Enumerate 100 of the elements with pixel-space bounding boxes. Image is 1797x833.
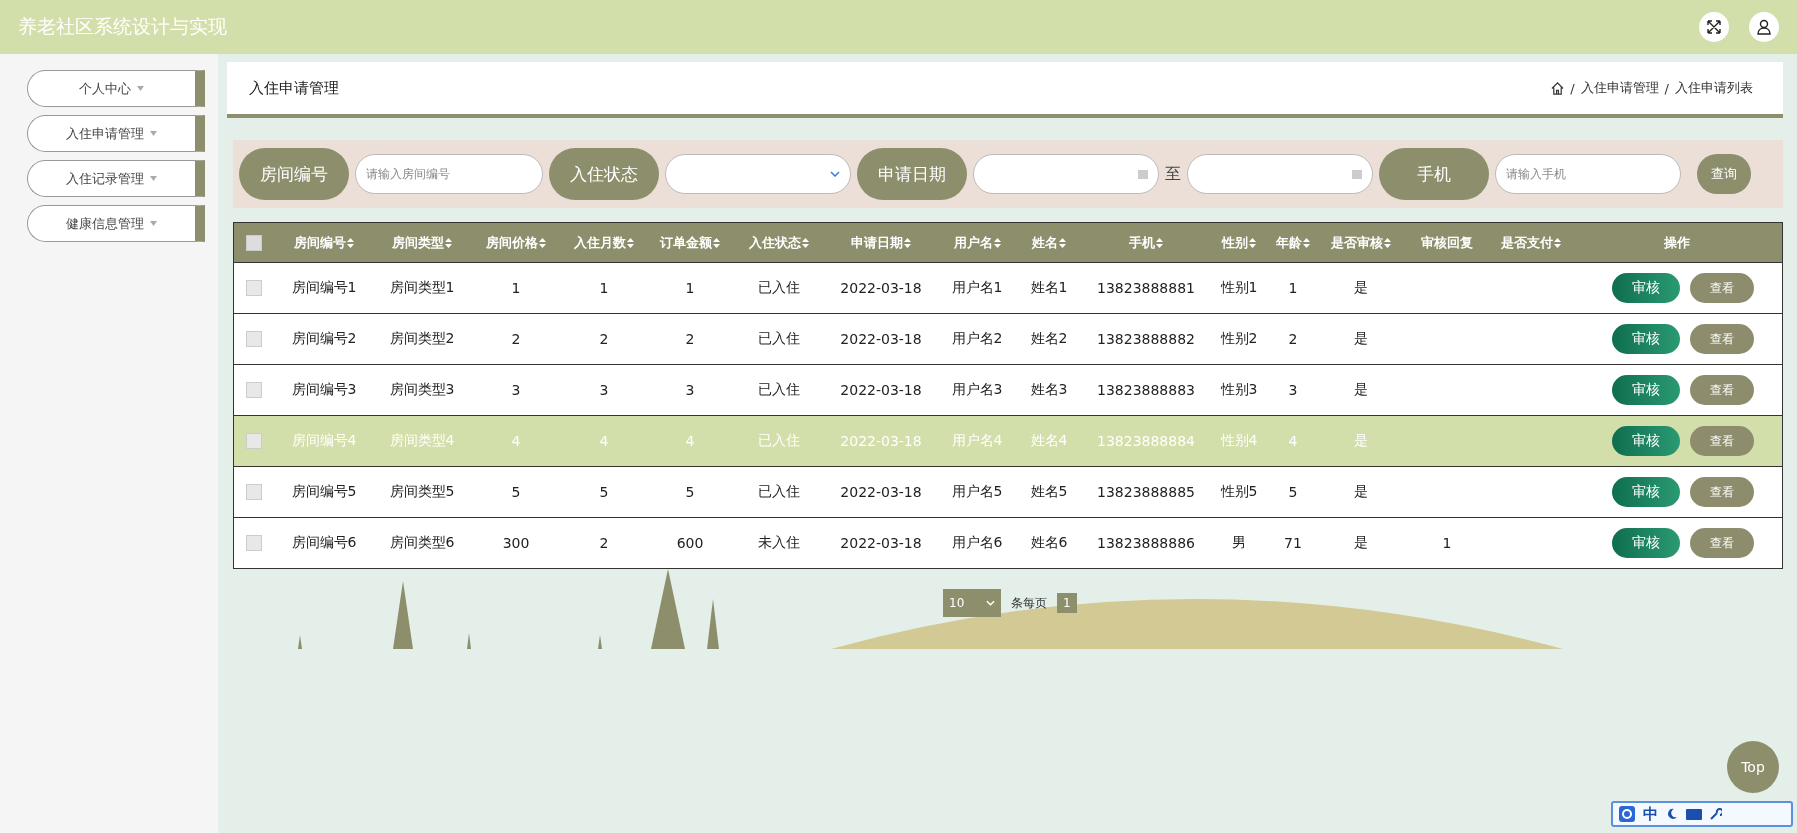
sort-icon[interactable] — [1303, 237, 1310, 248]
fullscreen-icon[interactable] — [1699, 12, 1729, 42]
view-button[interactable]: 查看 — [1690, 528, 1754, 558]
table-cell: 2022-03-18 — [840, 382, 922, 398]
view-button[interactable]: 查看 — [1690, 426, 1754, 456]
table-cell: 房间编号2 — [291, 330, 357, 348]
search-field[interactable]: 请输入手机 — [1495, 154, 1681, 194]
search-button[interactable]: 查询 — [1697, 154, 1751, 194]
sort-icon[interactable] — [627, 237, 634, 248]
field-label: 房间编号 — [239, 148, 349, 200]
row-checkbox[interactable] — [246, 331, 262, 347]
table-cell: 2 — [599, 331, 609, 347]
review-button[interactable]: 审核 — [1612, 477, 1680, 507]
keyboard-icon[interactable] — [1686, 808, 1702, 820]
sort-icon[interactable] — [1059, 237, 1066, 248]
table-cell: 用户名5 — [951, 483, 1003, 501]
date-field[interactable] — [1187, 154, 1373, 194]
sidebar-item[interactable]: 健康信息管理 — [27, 205, 205, 242]
moon-icon[interactable] — [1666, 808, 1678, 820]
back-to-top-button[interactable]: Top — [1727, 741, 1779, 793]
field-label: 手机 — [1379, 148, 1489, 200]
column-header[interactable]: 年龄 — [1276, 233, 1302, 252]
search-field[interactable]: 请输入房间编号 — [355, 154, 543, 194]
table-cell: 3 — [1288, 382, 1298, 398]
ime-logo-icon[interactable] — [1619, 806, 1635, 822]
sort-icon[interactable] — [802, 237, 809, 248]
home-icon[interactable] — [1551, 81, 1565, 95]
view-button[interactable]: 查看 — [1690, 375, 1754, 405]
breadcrumb-link[interactable]: 入住申请管理 — [1580, 79, 1659, 97]
table-cell: 1 — [511, 280, 521, 296]
page-number[interactable]: 1 — [1057, 593, 1077, 613]
table-cell: 已入住 — [758, 432, 800, 450]
date-field[interactable] — [973, 154, 1159, 194]
review-button[interactable]: 审核 — [1612, 324, 1680, 354]
table-cell: 性别4 — [1220, 432, 1258, 450]
sort-icon[interactable] — [1249, 237, 1256, 248]
sort-icon[interactable] — [904, 237, 911, 248]
column-header[interactable]: 是否支付 — [1501, 233, 1553, 252]
app-title: 养老社区系统设计与实现 — [18, 15, 227, 39]
sort-icon[interactable] — [993, 237, 1001, 248]
sidebar-item[interactable]: 入住申请管理 — [27, 115, 205, 152]
table-cell: 1 — [1288, 280, 1298, 296]
table-cell: 房间编号6 — [291, 534, 357, 552]
sidebar-item[interactable]: 个人中心 — [27, 70, 205, 107]
table-cell: 用户名6 — [951, 534, 1003, 552]
table-cell: 房间类型6 — [389, 534, 455, 552]
review-button[interactable]: 审核 — [1612, 528, 1680, 558]
row-checkbox[interactable] — [246, 280, 262, 296]
row-checkbox[interactable] — [246, 535, 262, 551]
user-icon[interactable] — [1749, 12, 1779, 42]
sort-icon[interactable] — [1554, 237, 1561, 248]
sort-icon[interactable] — [347, 237, 354, 248]
table-cell: 用户名2 — [951, 330, 1003, 348]
column-header[interactable]: 房间编号 — [294, 233, 346, 252]
sort-icon[interactable] — [1384, 237, 1391, 248]
table-cell: 2022-03-18 — [840, 280, 922, 296]
column-header[interactable]: 是否审核 — [1331, 233, 1383, 252]
table-cell: 13823888884 — [1097, 433, 1195, 449]
sort-icon[interactable] — [445, 237, 452, 248]
table-cell: 房间类型5 — [389, 483, 455, 501]
table-cell: 房间类型3 — [389, 381, 455, 399]
review-button[interactable]: 审核 — [1612, 273, 1680, 303]
column-header[interactable]: 订单金额 — [660, 233, 712, 252]
table-cell: 600 — [676, 535, 704, 551]
status-select[interactable] — [665, 154, 851, 194]
column-header[interactable]: 入住状态 — [749, 233, 801, 252]
caret-icon — [150, 176, 157, 181]
review-button[interactable]: 审核 — [1612, 426, 1680, 456]
column-header[interactable]: 申请日期 — [851, 233, 903, 252]
row-checkbox[interactable] — [246, 382, 262, 398]
column-header[interactable]: 手机 — [1129, 233, 1155, 252]
view-button[interactable]: 查看 — [1690, 273, 1754, 303]
view-button[interactable]: 查看 — [1690, 477, 1754, 507]
column-header[interactable]: 房间类型 — [392, 233, 444, 252]
table-cell: 房间类型2 — [389, 330, 455, 348]
table-row[interactable]: 房间编号4 房间类型4 4 4 4 已入住 2022-03-18 用户名4 姓名4 13823888884 性别4 4 是 审核 查看 — [234, 415, 1782, 466]
select-all-checkbox[interactable] — [246, 234, 262, 251]
row-checkbox[interactable] — [246, 484, 262, 500]
sort-icon[interactable] — [713, 237, 720, 248]
table-cell: 300 — [502, 535, 530, 551]
column-header[interactable]: 房间价格 — [486, 233, 538, 252]
wrench-icon[interactable] — [1710, 808, 1722, 820]
column-header[interactable]: 性别 — [1222, 233, 1248, 252]
sort-icon[interactable] — [1156, 237, 1163, 248]
page-size-select[interactable]: 10 — [943, 589, 1001, 617]
review-button[interactable]: 审核 — [1612, 375, 1680, 405]
table-cell: 2 — [1288, 331, 1298, 347]
sort-icon[interactable] — [539, 237, 546, 248]
row-checkbox[interactable] — [246, 433, 262, 449]
table-cell: 房间类型4 — [389, 432, 455, 450]
sidebar-item[interactable]: 入住记录管理 — [27, 160, 205, 197]
table-cell: 2 — [685, 331, 695, 347]
column-header[interactable]: 入住月数 — [574, 233, 626, 252]
view-button[interactable]: 查看 — [1690, 324, 1754, 354]
column-header[interactable]: 姓名 — [1032, 233, 1058, 252]
table-cell: 性别3 — [1220, 381, 1258, 399]
table-cell: 是 — [1354, 279, 1368, 297]
ime-mode[interactable]: 中 — [1643, 804, 1658, 824]
column-header[interactable]: 用户名 — [953, 233, 993, 252]
table-cell: 1 — [1442, 535, 1452, 551]
